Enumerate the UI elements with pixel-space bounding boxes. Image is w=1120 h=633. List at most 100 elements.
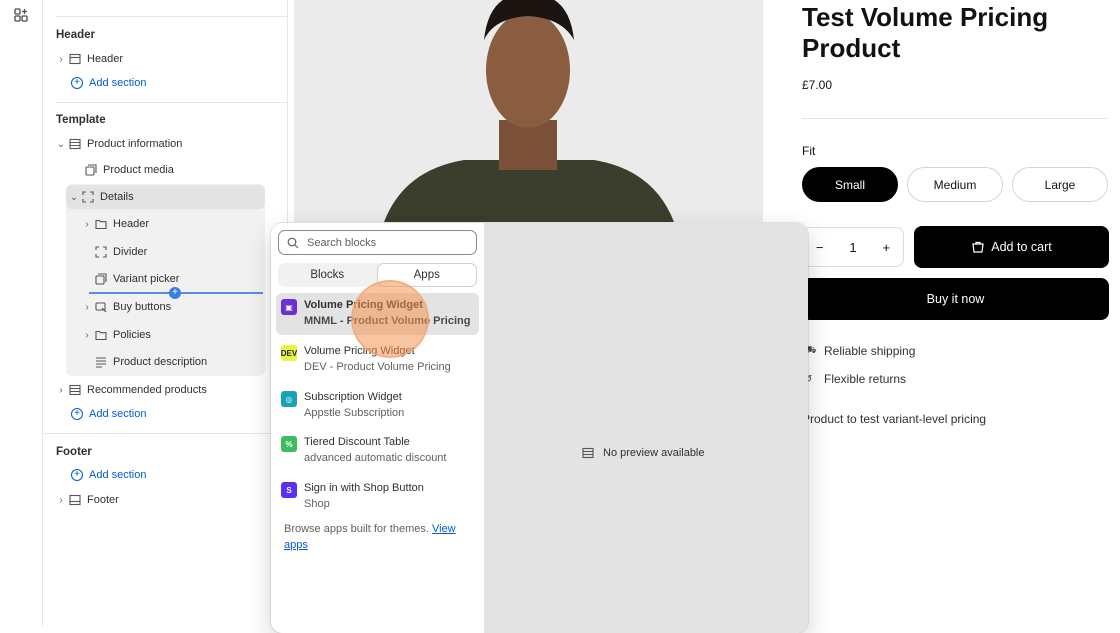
chevron-down-icon[interactable]: ⌄ (54, 139, 68, 150)
sections-sidebar: Header › Header + Add section Template ⌄… (43, 0, 288, 626)
text-icon (94, 355, 108, 369)
media-icon (84, 163, 98, 177)
divider (56, 16, 288, 17)
app-block-item[interactable]: % Tiered Discount Table advanced automat… (276, 430, 479, 472)
group-block-icon (81, 190, 95, 204)
add-section-label: Add section (89, 77, 147, 89)
click-highlight (351, 280, 429, 358)
add-to-cart-label: Add to cart (991, 240, 1052, 254)
header-group-title: Header (56, 29, 95, 41)
divider (43, 433, 288, 434)
app-block-name: Tiered Discount Table (304, 436, 410, 448)
left-rail (0, 0, 43, 626)
section-label: Recommended products (87, 384, 207, 396)
block-divider[interactable]: Divider (94, 241, 147, 263)
section-header-label: Header (87, 53, 124, 65)
section-footer-label: Footer (87, 494, 119, 506)
tab-blocks[interactable]: Blocks (278, 263, 377, 287)
fit-label: Fit (802, 144, 816, 158)
section-product-information[interactable]: ⌄ Product information (54, 133, 183, 155)
appstle-app-logo-icon: ◎ (281, 391, 297, 407)
block-label: Divider (113, 246, 148, 258)
add-section-header[interactable]: + Add section (71, 72, 146, 94)
no-preview-message: No preview available (582, 447, 705, 459)
mnml-app-logo-icon: ▣ (281, 299, 297, 315)
app-block-source: DEV - Product Volume Pricing (304, 361, 451, 373)
app-block-item[interactable]: ◎ Subscription Widget Appstle Subscripti… (276, 385, 479, 427)
block-label: Details (100, 191, 134, 203)
quantity-value[interactable]: 1 (849, 240, 856, 255)
size-option-large[interactable]: Large (1012, 167, 1108, 202)
apps-icon[interactable] (14, 8, 28, 22)
size-option-small[interactable]: Small (802, 167, 898, 202)
add-section-label: Add section (89, 469, 147, 481)
search-icon (287, 237, 299, 248)
product-price: £7.00 (802, 78, 833, 92)
discount-app-logo-icon: % (281, 436, 297, 452)
product-title: Test Volume Pricing Product (802, 2, 1049, 63)
search-input[interactable]: Search blocks (278, 230, 477, 255)
chevron-right-icon[interactable]: › (54, 495, 68, 506)
section-label: Product information (87, 138, 183, 150)
add-to-cart-button[interactable]: Add to cart (914, 226, 1109, 268)
no-preview-label: No preview available (603, 447, 705, 459)
template-group-title: Template (56, 114, 106, 126)
app-block-item[interactable]: S Sign in with Shop Button Shop (276, 476, 479, 518)
browse-apps-label: Browse apps built for themes. (284, 523, 429, 535)
block-label: Product description (113, 356, 208, 368)
chevron-down-icon[interactable]: ⌄ (67, 192, 81, 203)
section-footer[interactable]: › Footer (54, 489, 119, 511)
app-block-source: Shop (304, 498, 330, 510)
app-block-source: Appstle Subscription (304, 407, 405, 419)
buy-buttons-icon (94, 300, 108, 314)
product-image (294, 0, 763, 222)
block-label: Product media (103, 164, 174, 176)
plus-circle-icon: + (71, 469, 83, 481)
block-details[interactable]: ⌄ Details (67, 186, 134, 208)
product-description: Product to test variant-level pricing (802, 412, 987, 426)
block-details-header[interactable]: › Header (80, 213, 149, 235)
app-block-name: Subscription Widget (304, 391, 402, 403)
divider-icon (94, 245, 108, 259)
search-placeholder: Search blocks (307, 236, 377, 249)
header-section-icon (68, 52, 82, 66)
quantity-stepper: − 1 + (802, 227, 904, 267)
block-product-media[interactable]: Product media (84, 159, 174, 181)
shop-app-logo-icon: S (281, 482, 297, 498)
buy-it-now-button[interactable]: Buy it now (802, 278, 1109, 320)
chevron-right-icon[interactable]: › (54, 54, 68, 65)
block-variant-picker[interactable]: Variant picker (94, 268, 179, 290)
size-option-medium[interactable]: Medium (907, 167, 1003, 202)
cart-icon (972, 241, 984, 253)
plus-circle-icon: + (71, 77, 83, 89)
block-product-description[interactable]: Product description (94, 351, 207, 373)
section-recommended-products[interactable]: › Recommended products (54, 379, 207, 401)
add-section-template[interactable]: + Add section (71, 403, 146, 425)
minus-icon[interactable]: − (816, 240, 824, 255)
section-icon (582, 447, 594, 459)
add-section-footer[interactable]: + Add section (71, 464, 146, 486)
block-label: Header (113, 218, 150, 230)
variant-icon (94, 272, 108, 286)
feature-label: Reliable shipping (824, 344, 916, 358)
add-block-popover: Search blocks Blocks Apps ▣ Volume Prici… (271, 223, 808, 633)
app-block-source: advanced automatic discount (304, 452, 447, 464)
feature-item: ⛟ Reliable shipping (804, 344, 915, 358)
chevron-right-icon[interactable]: › (54, 385, 68, 396)
section-header[interactable]: › Header (54, 48, 123, 70)
folder-icon (94, 328, 108, 342)
block-preview-panel: No preview available (484, 223, 808, 633)
block-buy-buttons[interactable]: › Buy buttons (80, 296, 171, 318)
divider (56, 102, 288, 103)
folder-icon (94, 217, 108, 231)
chevron-right-icon[interactable]: › (80, 219, 94, 230)
chevron-right-icon[interactable]: › (80, 302, 94, 313)
plus-icon[interactable]: + (882, 240, 890, 255)
block-label: Variant picker (113, 273, 180, 285)
footer-section-icon (68, 493, 82, 507)
block-policies[interactable]: › Policies (80, 324, 151, 346)
chevron-right-icon[interactable]: › (80, 330, 94, 341)
dev-app-logo-icon: DEV (281, 345, 297, 361)
add-section-label: Add section (89, 408, 147, 420)
block-label: Policies (113, 329, 151, 341)
